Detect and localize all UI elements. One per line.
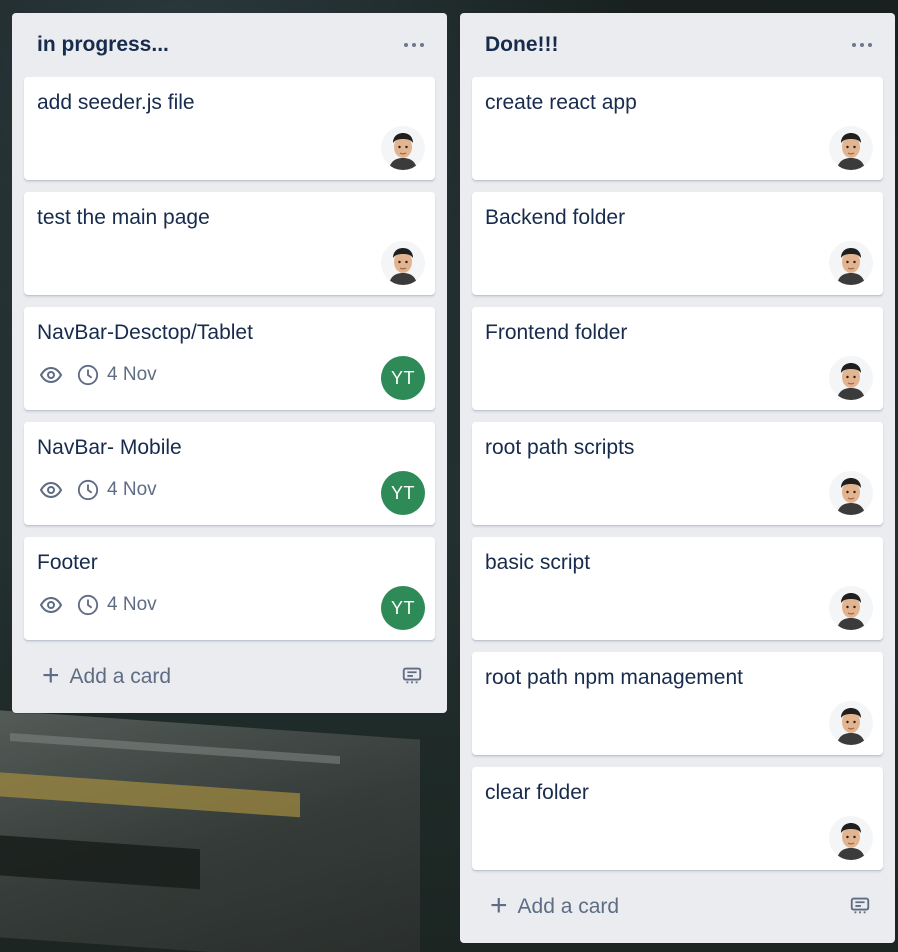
list-menu-button[interactable] [399,30,429,60]
member-avatar[interactable] [829,586,873,630]
due-date-text: 4 Nov [107,364,157,385]
card-title: add seeder.js file [37,91,195,114]
card-title: NavBar- Mobile [37,436,182,459]
member-avatar[interactable] [829,816,873,860]
due-date-text: 4 Nov [107,594,157,615]
card[interactable]: create react app [472,77,883,180]
due-date-badge[interactable]: 4 Nov [77,594,157,616]
list-title[interactable]: in progress... [37,33,169,57]
member-avatar[interactable] [381,126,425,170]
add-card-label: Add a card [69,665,172,688]
card-title: Footer [37,551,98,574]
avatar-initials: YT [390,367,415,388]
card-list: add seeder.js file test the main page Na… [24,77,435,640]
watch-badge [39,363,63,387]
card[interactable]: root path scripts [472,422,883,525]
member-avatar[interactable]: YT [381,471,425,515]
list-header: Done!!! [472,13,883,77]
member-avatar[interactable] [829,241,873,285]
watch-badge [39,478,63,502]
card[interactable]: add seeder.js file [24,77,435,180]
card[interactable]: basic script [472,537,883,640]
list-in-progress: in progress... add seeder.js file test t… [12,13,447,713]
avatar-initials: YT [390,597,415,618]
list-header: in progress... [24,13,435,77]
member-avatar[interactable] [381,241,425,285]
avatar-initials: YT [390,482,415,503]
card-title: test the main page [37,206,210,229]
member-avatar[interactable]: YT [381,586,425,630]
list-done: Done!!! create react app Backend folder … [460,13,895,943]
card[interactable]: NavBar-Desctop/Tablet 4 Nov YT [24,307,435,410]
watch-badge [39,593,63,617]
add-card-footer: + Add a card [472,870,883,944]
card-title: Backend folder [485,206,626,229]
card-title: Frontend folder [485,321,628,344]
clock-icon [77,479,99,501]
due-date-badge[interactable]: 4 Nov [77,364,157,386]
plus-icon: + [490,889,508,922]
card-template-icon[interactable] [401,664,423,691]
member-avatar[interactable] [829,701,873,745]
card-title: basic script [485,551,591,574]
background-laptop-photo [0,710,420,952]
member-avatar[interactable]: YT [381,356,425,400]
card-badges: 4 Nov [39,593,157,617]
list-title[interactable]: Done!!! [485,33,558,57]
clock-icon [77,364,99,386]
card[interactable]: Footer 4 Nov YT [24,537,435,640]
plus-icon: + [42,659,60,692]
card-template-icon[interactable] [849,894,871,921]
member-avatar[interactable] [829,126,873,170]
add-card-button[interactable]: + Add a card [42,659,172,692]
card-badges: 4 Nov [39,478,157,502]
card[interactable]: NavBar- Mobile 4 Nov YT [24,422,435,525]
due-date-badge[interactable]: 4 Nov [77,479,157,501]
eye-icon [39,596,63,614]
eye-icon [39,481,63,499]
due-date-text: 4 Nov [107,479,157,500]
member-avatar[interactable] [829,471,873,515]
ellipsis-icon [404,43,424,47]
add-card-button[interactable]: + Add a card [490,889,620,922]
card-title: clear folder [485,781,589,804]
clock-icon [77,594,99,616]
card[interactable]: clear folder [472,767,883,870]
add-card-footer: + Add a card [24,640,435,714]
card[interactable]: Frontend folder [472,307,883,410]
card[interactable]: root path npm management [472,652,883,755]
member-avatar[interactable] [829,356,873,400]
add-card-label: Add a card [517,895,620,918]
card-badges: 4 Nov [39,363,157,387]
card-list: create react app Backend folder Frontend… [472,77,883,870]
card-title: root path scripts [485,436,635,459]
ellipsis-icon [852,43,872,47]
card-title: root path npm management [485,666,743,689]
card[interactable]: Backend folder [472,192,883,295]
card[interactable]: test the main page [24,192,435,295]
card-title: NavBar-Desctop/Tablet [37,321,253,344]
card-title: create react app [485,91,637,114]
eye-icon [39,366,63,384]
list-menu-button[interactable] [847,30,877,60]
